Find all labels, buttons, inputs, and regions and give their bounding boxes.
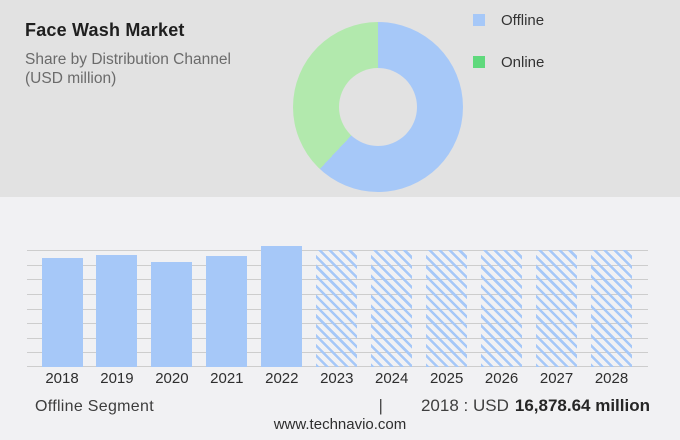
infographic: Face Wash Market Share by Distribution C… bbox=[0, 0, 680, 440]
chart-subtitle-line2: (USD million) bbox=[25, 69, 275, 88]
axis-label-2026: 2026 bbox=[485, 370, 518, 387]
axis-label-2022: 2022 bbox=[265, 370, 298, 387]
axis-label-2027: 2027 bbox=[540, 370, 573, 387]
bar-2024 bbox=[371, 250, 412, 367]
axis-label-2023: 2023 bbox=[320, 370, 353, 387]
bar-chart-area bbox=[27, 250, 648, 367]
legend-label: Offline bbox=[501, 12, 544, 29]
bars-layer bbox=[27, 250, 648, 367]
online-swatch-icon bbox=[473, 56, 485, 68]
bar-2019 bbox=[96, 255, 137, 367]
separator: | bbox=[379, 396, 383, 416]
axis-label-2019: 2019 bbox=[100, 370, 133, 387]
bar-2022 bbox=[261, 246, 302, 367]
axis-label-2025: 2025 bbox=[430, 370, 463, 387]
axis-label-2021: 2021 bbox=[210, 370, 243, 387]
x-axis-labels: 2018 2019 2020 2021 2022 2023 2024 2025 2026 2027… bbox=[27, 370, 648, 388]
bar-2025 bbox=[426, 250, 467, 367]
stat-group: | 2018 : USD 16,878.64 million bbox=[379, 396, 650, 416]
axis-label-2028: 2028 bbox=[595, 370, 628, 387]
axis-label-2020: 2020 bbox=[155, 370, 188, 387]
legend-label: Online bbox=[501, 54, 544, 71]
bar-2027 bbox=[536, 250, 577, 367]
chart-subtitle-line1: Share by Distribution Channel bbox=[25, 50, 275, 69]
bar-2028 bbox=[591, 250, 632, 367]
stat-value: 16,878.64 million bbox=[515, 396, 650, 416]
bar-2018 bbox=[42, 258, 83, 367]
offline-swatch-icon bbox=[473, 14, 485, 26]
donut-chart bbox=[293, 22, 463, 192]
legend: Offline Online bbox=[473, 12, 544, 70]
bar-2023 bbox=[316, 250, 357, 367]
website-link[interactable]: www.technavio.com bbox=[0, 416, 680, 433]
donut-hole bbox=[339, 68, 417, 146]
page-title: Face Wash Market bbox=[25, 20, 275, 41]
bar-2021 bbox=[206, 256, 247, 367]
axis-label-2018: 2018 bbox=[45, 370, 78, 387]
bar-2026 bbox=[481, 250, 522, 367]
stat-prefix: 2018 : USD bbox=[421, 396, 509, 416]
title-block: Face Wash Market Share by Distribution C… bbox=[25, 20, 275, 88]
axis-label-2024: 2024 bbox=[375, 370, 408, 387]
header-panel: Face Wash Market Share by Distribution C… bbox=[0, 0, 680, 197]
segment-label: Offline Segment bbox=[35, 398, 154, 416]
legend-item-offline[interactable]: Offline bbox=[473, 12, 544, 28]
bar-2020 bbox=[151, 262, 192, 367]
bar-chart-panel: 2018 2019 2020 2021 2022 2023 2024 2025 2026 2027… bbox=[0, 197, 680, 440]
legend-item-online[interactable]: Online bbox=[473, 54, 544, 70]
